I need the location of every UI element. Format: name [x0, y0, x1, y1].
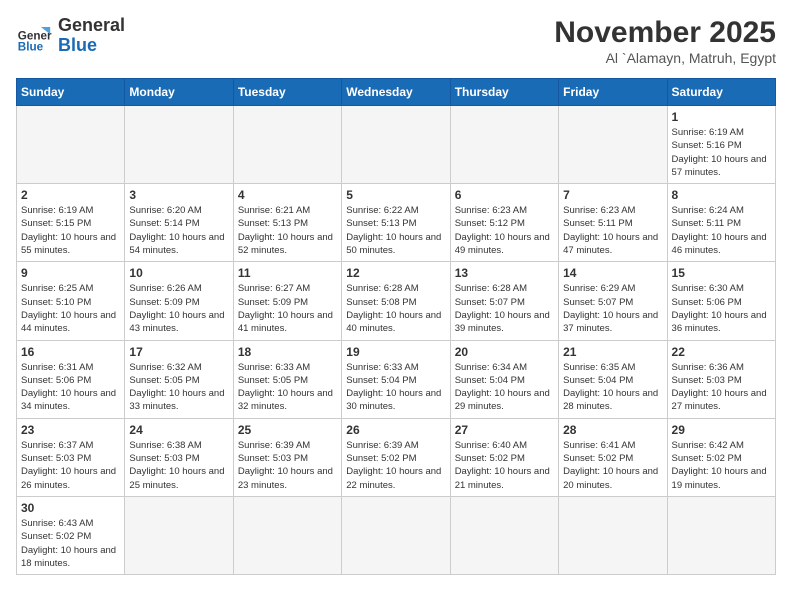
day-28: 28 Sunrise: 6:41 AMSunset: 5:02 PMDaylig…: [559, 418, 667, 496]
empty-cell: [559, 106, 667, 184]
day-10: 10 Sunrise: 6:26 AMSunset: 5:09 PMDaylig…: [125, 262, 233, 340]
logo-blue: Blue: [58, 35, 97, 55]
empty-cell: [125, 106, 233, 184]
day-27: 27 Sunrise: 6:40 AMSunset: 5:02 PMDaylig…: [450, 418, 558, 496]
day-12: 12 Sunrise: 6:28 AMSunset: 5:08 PMDaylig…: [342, 262, 450, 340]
day-24: 24 Sunrise: 6:38 AMSunset: 5:03 PMDaylig…: [125, 418, 233, 496]
empty-cell: [450, 496, 558, 574]
header-wednesday: Wednesday: [342, 79, 450, 106]
header-monday: Monday: [125, 79, 233, 106]
day-5: 5 Sunrise: 6:22 AMSunset: 5:13 PMDayligh…: [342, 184, 450, 262]
day-8: 8 Sunrise: 6:24 AMSunset: 5:11 PMDayligh…: [667, 184, 775, 262]
day-16: 16 Sunrise: 6:31 AMSunset: 5:06 PMDaylig…: [17, 340, 125, 418]
day-3: 3 Sunrise: 6:20 AMSunset: 5:14 PMDayligh…: [125, 184, 233, 262]
empty-cell: [559, 496, 667, 574]
calendar-row-1: 1 Sunrise: 6:19 AM Sunset: 5:16 PM Dayli…: [17, 106, 776, 184]
header-sunday: Sunday: [17, 79, 125, 106]
calendar-table: Sunday Monday Tuesday Wednesday Thursday…: [16, 78, 776, 575]
header-friday: Friday: [559, 79, 667, 106]
header-tuesday: Tuesday: [233, 79, 341, 106]
empty-cell: [233, 106, 341, 184]
day-29: 29 Sunrise: 6:42 AMSunset: 5:02 PMDaylig…: [667, 418, 775, 496]
day-1-sunrise-label: Sunrise:: [672, 127, 710, 138]
day-1-sunset: 5:16 PM: [706, 140, 741, 151]
day-23: 23 Sunrise: 6:37 AMSunset: 5:03 PMDaylig…: [17, 418, 125, 496]
empty-cell: [17, 106, 125, 184]
svg-text:Blue: Blue: [18, 40, 44, 53]
day-19: 19 Sunrise: 6:33 AMSunset: 5:04 PMDaylig…: [342, 340, 450, 418]
empty-cell: [233, 496, 341, 574]
day-1-sunrise: 6:19 AM: [709, 127, 744, 138]
location-subtitle: Al `Alamayn, Matruh, Egypt: [554, 50, 776, 66]
day-25: 25 Sunrise: 6:39 AMSunset: 5:03 PMDaylig…: [233, 418, 341, 496]
empty-cell: [450, 106, 558, 184]
weekday-header-row: Sunday Monday Tuesday Wednesday Thursday…: [17, 79, 776, 106]
empty-cell: [125, 496, 233, 574]
month-year-title: November 2025: [554, 16, 776, 50]
day-21: 21 Sunrise: 6:35 AMSunset: 5:04 PMDaylig…: [559, 340, 667, 418]
empty-cell: [667, 496, 775, 574]
day-18: 18 Sunrise: 6:33 AMSunset: 5:05 PMDaylig…: [233, 340, 341, 418]
calendar-row-6: 30 Sunrise: 6:43 AMSunset: 5:02 PMDaylig…: [17, 496, 776, 574]
day-6: 6 Sunrise: 6:23 AMSunset: 5:12 PMDayligh…: [450, 184, 558, 262]
day-22: 22 Sunrise: 6:36 AMSunset: 5:03 PMDaylig…: [667, 340, 775, 418]
day-20: 20 Sunrise: 6:34 AMSunset: 5:04 PMDaylig…: [450, 340, 558, 418]
empty-cell: [342, 106, 450, 184]
calendar-row-5: 23 Sunrise: 6:37 AMSunset: 5:03 PMDaylig…: [17, 418, 776, 496]
day-2: 2 Sunrise: 6:19 AMSunset: 5:15 PMDayligh…: [17, 184, 125, 262]
day-30: 30 Sunrise: 6:43 AMSunset: 5:02 PMDaylig…: [17, 496, 125, 574]
logo-wordmark: General Blue: [58, 16, 125, 56]
day-1-daylight-label: Daylight:: [672, 154, 712, 165]
day-15: 15 Sunrise: 6:30 AMSunset: 5:06 PMDaylig…: [667, 262, 775, 340]
logo-general: General: [58, 15, 125, 35]
logo: General Blue General Blue: [16, 16, 125, 56]
header-thursday: Thursday: [450, 79, 558, 106]
logo-icon: General Blue: [16, 18, 52, 54]
day-4: 4 Sunrise: 6:21 AMSunset: 5:13 PMDayligh…: [233, 184, 341, 262]
day-11: 11 Sunrise: 6:27 AMSunset: 5:09 PMDaylig…: [233, 262, 341, 340]
day-14: 14 Sunrise: 6:29 AMSunset: 5:07 PMDaylig…: [559, 262, 667, 340]
title-area: November 2025 Al `Alamayn, Matruh, Egypt: [554, 16, 776, 66]
calendar-row-2: 2 Sunrise: 6:19 AMSunset: 5:15 PMDayligh…: [17, 184, 776, 262]
day-13: 13 Sunrise: 6:28 AMSunset: 5:07 PMDaylig…: [450, 262, 558, 340]
day-1-sunset-label: Sunset:: [672, 140, 707, 151]
day-1: 1 Sunrise: 6:19 AM Sunset: 5:16 PM Dayli…: [667, 106, 775, 184]
header-area: General Blue General Blue November 2025 …: [16, 16, 776, 66]
day-9: 9 Sunrise: 6:25 AMSunset: 5:10 PMDayligh…: [17, 262, 125, 340]
calendar-row-4: 16 Sunrise: 6:31 AMSunset: 5:06 PMDaylig…: [17, 340, 776, 418]
calendar-row-3: 9 Sunrise: 6:25 AMSunset: 5:10 PMDayligh…: [17, 262, 776, 340]
day-26: 26 Sunrise: 6:39 AMSunset: 5:02 PMDaylig…: [342, 418, 450, 496]
empty-cell: [342, 496, 450, 574]
day-7: 7 Sunrise: 6:23 AMSunset: 5:11 PMDayligh…: [559, 184, 667, 262]
header-saturday: Saturday: [667, 79, 775, 106]
day-17: 17 Sunrise: 6:32 AMSunset: 5:05 PMDaylig…: [125, 340, 233, 418]
